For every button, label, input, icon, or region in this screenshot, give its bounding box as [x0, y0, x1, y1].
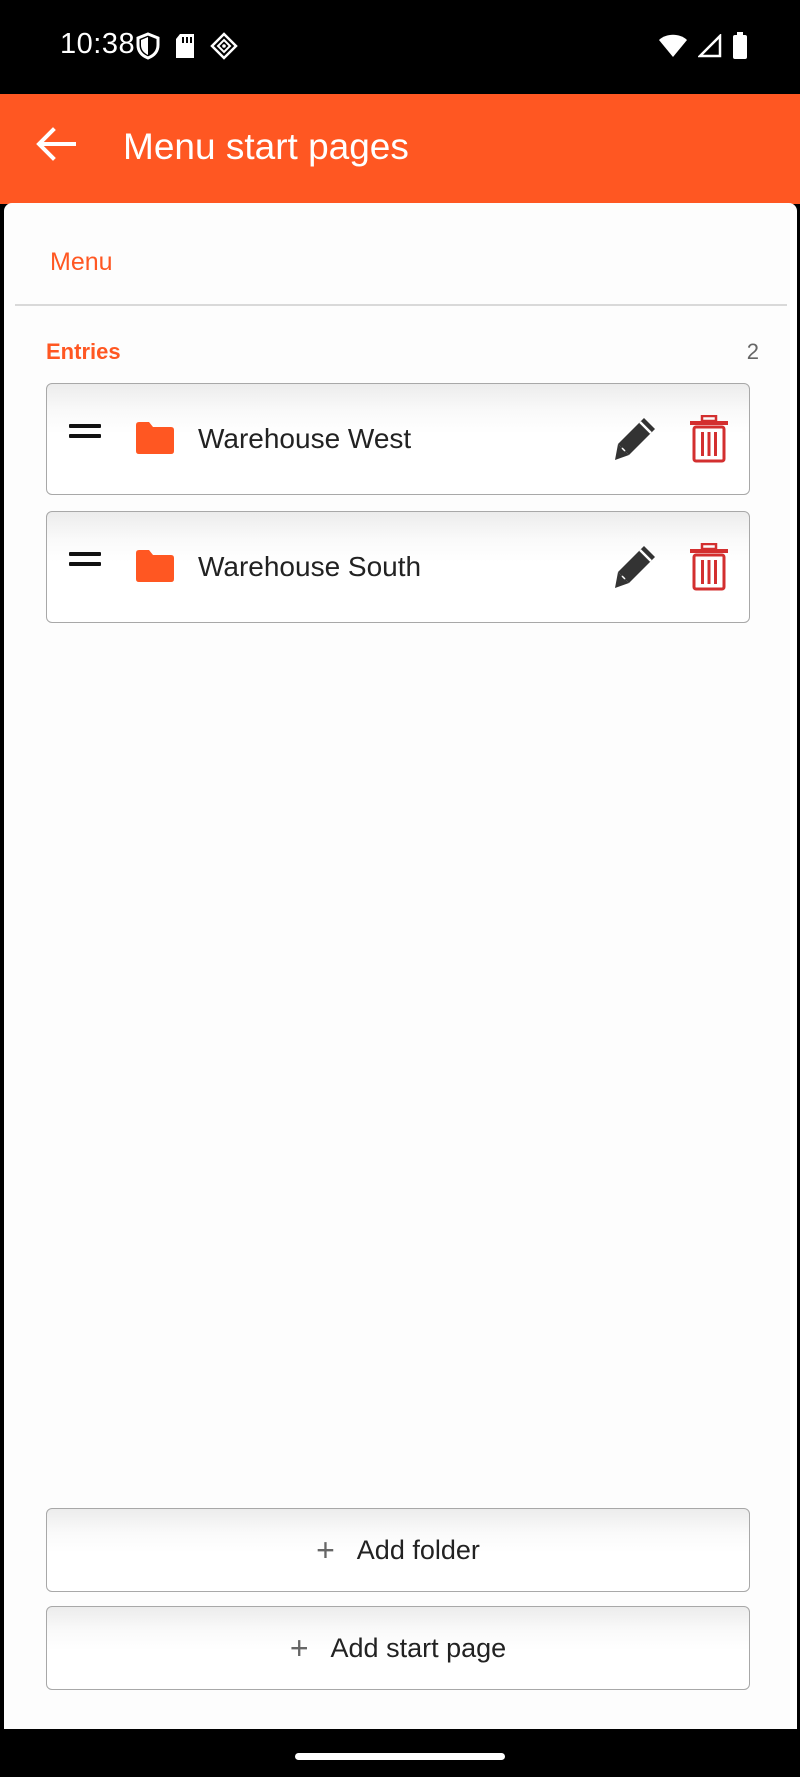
drag-handle-icon[interactable] [69, 424, 103, 450]
app-bar: Menu start pages [0, 94, 800, 204]
plus-icon: + [289, 1630, 309, 1666]
sd-card-icon [174, 33, 196, 64]
arrow-left-icon [36, 126, 76, 166]
wifi-icon [658, 34, 688, 63]
home-indicator[interactable] [295, 1753, 505, 1760]
trash-icon [688, 414, 730, 467]
pencil-icon [612, 418, 658, 466]
add-folder-button[interactable]: + Add folder [46, 1508, 750, 1592]
drag-handle-icon[interactable] [69, 552, 103, 578]
status-bar: 10:38 [0, 0, 800, 94]
status-icons-right [658, 31, 748, 65]
list-item[interactable]: Warehouse West [46, 383, 750, 495]
entries-section-title: Entries [46, 339, 121, 364]
navigation-bar [0, 1729, 800, 1777]
entry-label: Warehouse South [198, 551, 422, 582]
edit-button[interactable] [612, 416, 658, 462]
battery-icon [732, 31, 748, 65]
tab-menu[interactable]: Menu [50, 248, 113, 277]
cellular-signal-icon [696, 32, 722, 63]
add-start-page-label: Add start page [330, 1632, 507, 1663]
diamond-app-icon [210, 31, 238, 65]
page-title: Menu start pages [123, 126, 409, 167]
delete-button[interactable] [688, 414, 730, 463]
list-item[interactable]: Warehouse South [46, 511, 750, 623]
entry-label: Warehouse West [198, 423, 412, 454]
edit-button[interactable] [612, 544, 658, 590]
status-icons-left [136, 31, 238, 65]
add-folder-label: Add folder [356, 1534, 480, 1565]
delete-button[interactable] [688, 542, 730, 591]
back-button[interactable] [30, 120, 82, 172]
plus-icon: + [316, 1532, 335, 1568]
tab-divider [15, 304, 787, 306]
status-time: 10:38 [60, 28, 136, 60]
shield-icon [136, 31, 160, 65]
trash-icon [688, 542, 730, 595]
add-start-page-button[interactable]: + Add start page [46, 1606, 750, 1690]
content-panel: Menu Entries 2 Warehouse West Warehouse … [4, 203, 797, 1729]
entries-count: 2 [746, 339, 759, 364]
folder-icon [136, 550, 174, 582]
pencil-icon [612, 546, 658, 594]
folder-icon [136, 422, 174, 454]
